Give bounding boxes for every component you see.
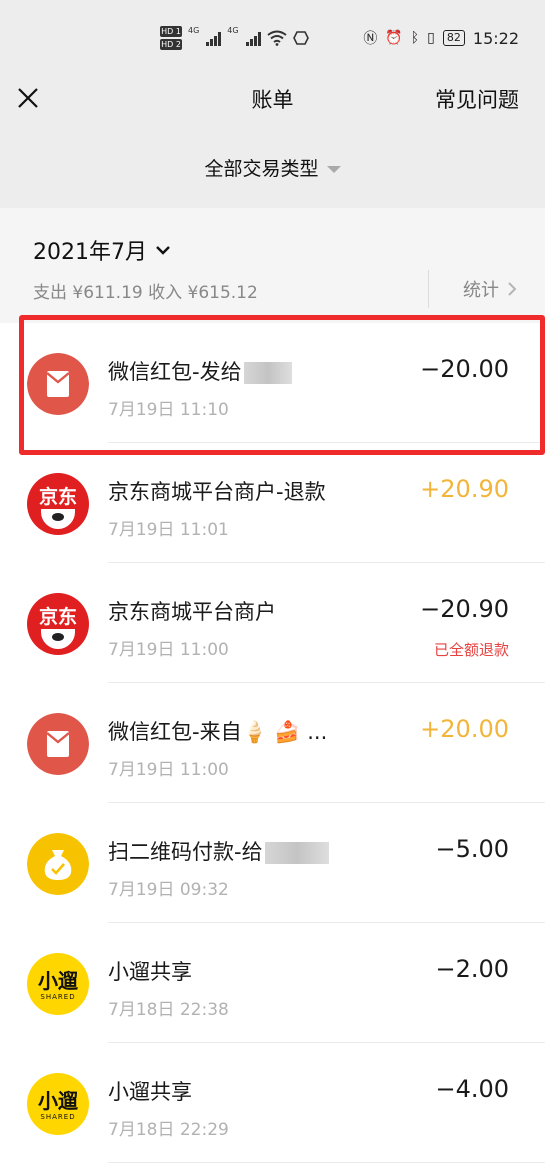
transaction-row[interactable]: 微信红包-发给 7月19日 11:10 −20.00: [0, 323, 545, 443]
transaction-amount: −20.00: [420, 355, 509, 383]
stats-label: 统计: [463, 280, 499, 301]
transaction-time: 7月19日 11:00: [108, 640, 229, 660]
transaction-type-filter[interactable]: 全部交易类型: [0, 154, 545, 181]
transaction-title: 微信红包-发给: [108, 356, 292, 386]
month-summary: 2021年7月 支出 ¥611.19 收入 ¥615.12 统计: [0, 208, 545, 323]
hd1-badge: HD 1: [160, 26, 182, 37]
jd-logo-text: 京东: [38, 486, 77, 508]
red-packet-icon: [27, 353, 89, 415]
transaction-list: 微信红包-发给 7月19日 11:10 −20.00 京东 京东商城平台商户-退款 7月1…: [0, 323, 545, 1163]
signal-icon: [206, 30, 222, 46]
transaction-time: 7月19日 09:32: [108, 880, 229, 900]
vibrate-icon: ▯: [427, 30, 435, 46]
transaction-time: 7月18日 22:29: [108, 1120, 229, 1140]
transaction-title-text: 微信红包-来自🍦 🍰 ...: [108, 720, 328, 744]
status-right: Ⓝ ⏰ ᛒ ▯ 82 15:22: [363, 28, 519, 48]
bluetooth-icon: ᛒ: [410, 30, 420, 46]
transaction-title-text: 扫二维码付款-给: [108, 840, 263, 864]
chevron-down-icon: [156, 246, 170, 255]
hd2-badge: HD 2: [160, 39, 182, 50]
filter-label: 全部交易类型: [204, 158, 319, 180]
month-label: 2021年7月: [33, 240, 147, 265]
transaction-row[interactable]: 京东 京东商城平台商户-退款 7月19日 11:01 +20.90: [0, 443, 545, 563]
transaction-title-text: 小遛共享: [108, 1080, 192, 1104]
transaction-amount: +20.90: [420, 475, 509, 503]
refund-note: 已全额退款: [433, 641, 509, 659]
xiaoliu-logo-icon: 小遛 SHARED: [27, 1073, 89, 1135]
transaction-title: 扫二维码付款-给: [108, 836, 329, 866]
month-totals: 支出 ¥611.19 收入 ¥615.12: [33, 283, 258, 303]
transaction-amount: −4.00: [435, 1075, 509, 1103]
transaction-title-text: 京东商城平台商户: [108, 600, 276, 624]
xiaoliu-logo-text: 小遛: [38, 1089, 78, 1113]
transaction-row[interactable]: 微信红包-来自🍦 🍰 ... 7月19日 11:00 +20.00: [0, 683, 545, 803]
wifi-icon: [266, 30, 287, 46]
chevron-right-icon: [508, 282, 517, 296]
xiaoliu-logo-sub: SHARED: [40, 1113, 76, 1121]
stats-button[interactable]: 统计: [428, 270, 517, 308]
transaction-row[interactable]: 小遛 SHARED 小遛共享 7月18日 22:38 −2.00: [0, 923, 545, 1043]
redacted-name: [264, 842, 329, 864]
hd-indicators: HD 1 HD 2: [160, 26, 182, 50]
transaction-title: 微信红包-来自🍦 🍰 ...: [108, 716, 327, 746]
nav-bar: 账单 常见问题: [0, 78, 545, 130]
transaction-amount: −5.00: [435, 835, 509, 863]
signal-icon-2: [245, 30, 261, 46]
dropdown-caret-icon: [326, 166, 341, 173]
xiaoliu-logo-icon: 小遛 SHARED: [27, 953, 89, 1015]
transaction-row[interactable]: 扫二维码付款-给 7月19日 09:32 −5.00: [0, 803, 545, 923]
transaction-row[interactable]: 京东 京东商城平台商户 7月19日 11:00 −20.90 已全额退款: [0, 563, 545, 683]
transaction-amount: −2.00: [435, 955, 509, 983]
transaction-time: 7月19日 11:00: [108, 760, 229, 780]
transaction-title: 小遛共享: [108, 1076, 192, 1106]
alarm-icon: ⏰: [385, 30, 403, 46]
transaction-time: 7月19日 11:10: [108, 400, 229, 420]
transaction-time: 7月19日 11:01: [108, 520, 229, 540]
jd-logo-icon: 京东: [27, 593, 89, 655]
transaction-time: 7月18日 22:38: [108, 1000, 229, 1020]
faq-button[interactable]: 常见问题: [435, 84, 519, 114]
network-label-1: 4G: [188, 26, 200, 35]
xiaoliu-logo-text: 小遛: [38, 969, 78, 993]
red-packet-icon: [27, 713, 89, 775]
battery-icon: 82: [442, 30, 465, 46]
transaction-row[interactable]: 小遛 SHARED 小遛共享 7月18日 22:29 −4.00: [0, 1043, 545, 1163]
transaction-title: 京东商城平台商户: [108, 596, 276, 626]
transaction-title: 京东商城平台商户-退款: [108, 476, 326, 506]
network-label-2: 4G: [227, 26, 239, 35]
transaction-amount: +20.00: [420, 715, 509, 743]
shield-icon: [292, 31, 309, 45]
row-divider: [108, 1162, 545, 1163]
transaction-title-text: 小遛共享: [108, 960, 192, 984]
transaction-title-text: 京东商城平台商户-退款: [108, 480, 326, 504]
redacted-name: [243, 362, 292, 384]
transaction-title-text: 微信红包-发给: [108, 360, 242, 384]
status-time: 15:22: [472, 28, 519, 48]
jd-logo-text: 京东: [38, 606, 77, 628]
transaction-title: 小遛共享: [108, 956, 192, 986]
filter-bar: 全部交易类型: [0, 130, 545, 208]
month-selector[interactable]: 2021年7月: [33, 234, 171, 266]
money-bag-icon: [27, 833, 89, 895]
jd-logo-icon: 京东: [27, 473, 89, 535]
xiaoliu-logo-sub: SHARED: [40, 993, 76, 1001]
nfc-icon: Ⓝ: [363, 31, 378, 47]
transaction-amount: −20.90: [420, 595, 509, 623]
status-bar: HD 1 HD 2 4G 4G Ⓝ ⏰ ᛒ ▯ 82 15:22: [0, 0, 545, 78]
status-left: HD 1 HD 2 4G 4G: [160, 26, 309, 50]
